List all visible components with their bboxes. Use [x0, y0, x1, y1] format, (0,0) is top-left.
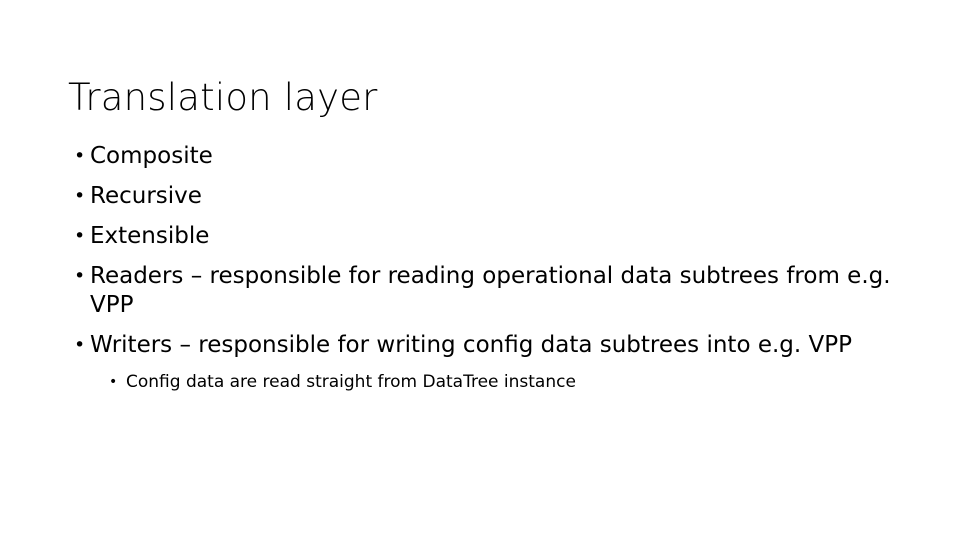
- list-item: • Recursive: [70, 182, 892, 211]
- bullet-marker-icon: •: [109, 374, 118, 390]
- bullet-marker-icon: •: [74, 265, 86, 287]
- list-item-label: Composite: [90, 143, 213, 169]
- bullet-list: • Composite • Recursive • Extensible • R…: [70, 142, 892, 393]
- list-item: • Extensible: [70, 222, 892, 251]
- list-item-label: Recursive: [90, 183, 202, 209]
- list-item: • Composite: [70, 142, 892, 171]
- list-item-sub-label: Config data are read straight from DataT…: [126, 372, 576, 392]
- slide-canvas: Translation layer • Composite • Recursiv…: [0, 0, 960, 540]
- list-item-label: Extensible: [90, 223, 210, 249]
- list-item: • Readers – responsible for reading oper…: [70, 262, 892, 320]
- bullet-marker-icon: •: [74, 185, 86, 207]
- bullet-marker-icon: •: [74, 145, 86, 167]
- list-item-label: Readers – responsible for reading operat…: [90, 263, 891, 318]
- list-item-label: Writers – responsible for writing config…: [90, 332, 852, 358]
- bullet-marker-icon: •: [74, 225, 86, 247]
- page-title: Translation layer: [68, 75, 378, 119]
- list-item: • Writers – responsible for writing conf…: [70, 331, 892, 360]
- list-item-sub: • Config data are read straight from Dat…: [109, 371, 892, 393]
- bullet-marker-icon: •: [74, 334, 86, 356]
